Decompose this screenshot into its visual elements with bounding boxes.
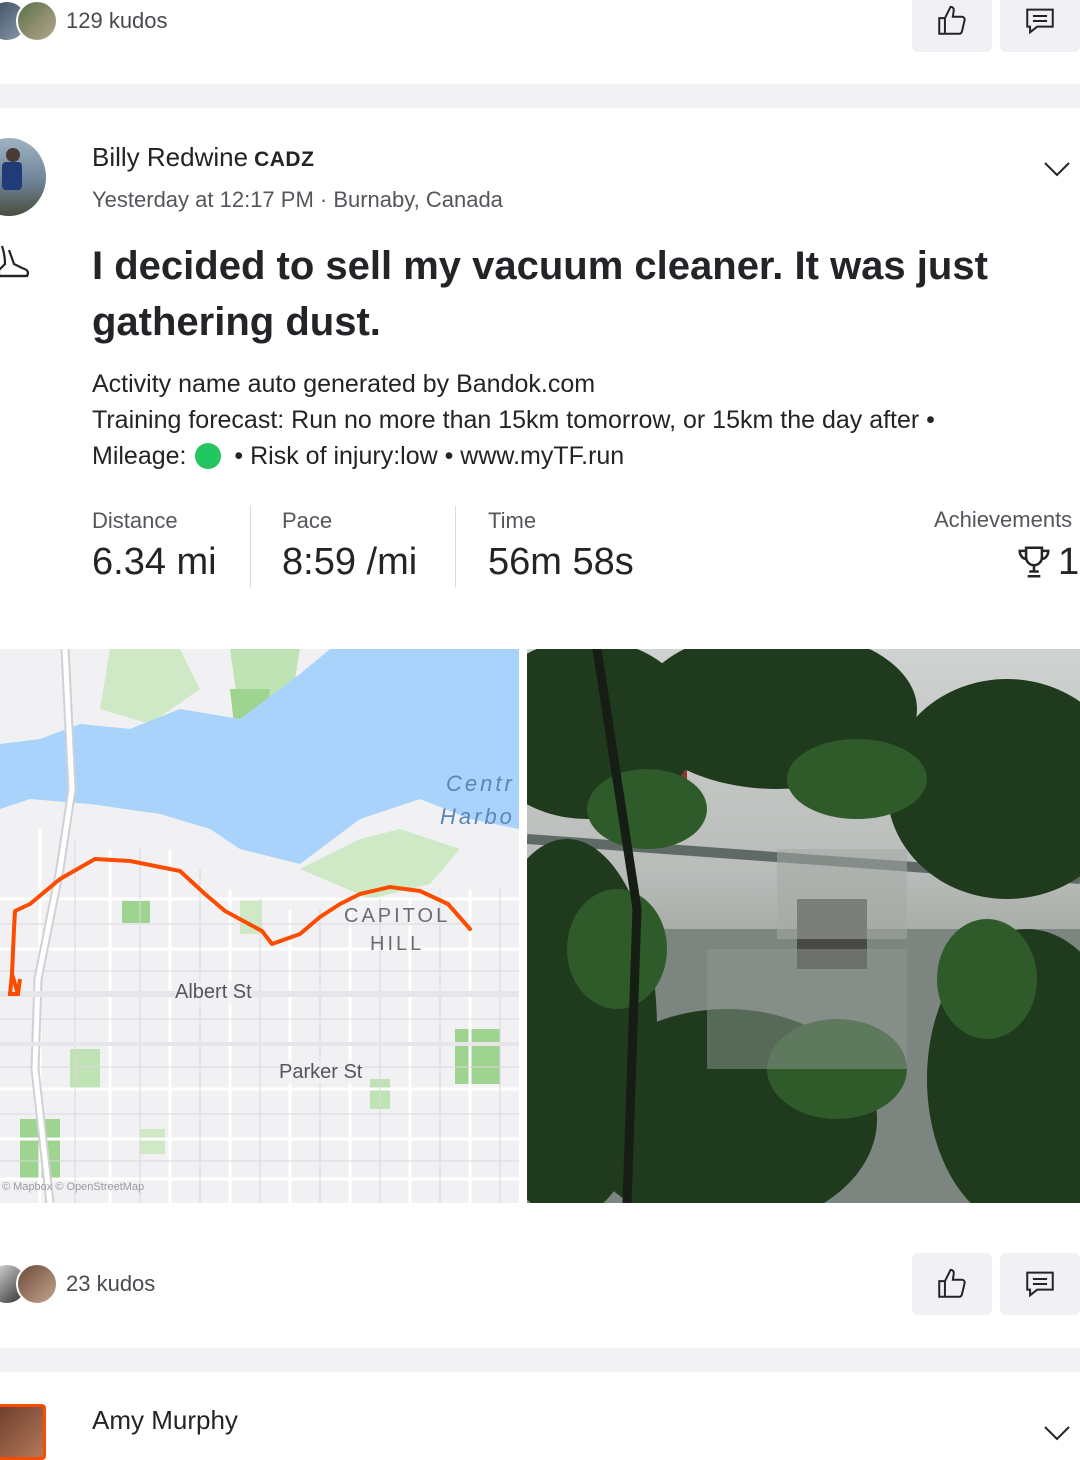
author-line: Billy Redwine CADZ bbox=[92, 142, 314, 173]
activity-meta: Yesterday at 12:17 PM · Burnaby, Canada bbox=[92, 187, 503, 212]
distance-label: Distance bbox=[92, 508, 178, 533]
club-badge: CADZ bbox=[254, 148, 315, 171]
map-attribution: © Mapbox © OpenStreetMap bbox=[2, 1181, 145, 1193]
description-line: Activity name auto generated by Bandok.c… bbox=[92, 370, 596, 398]
avatar bbox=[16, 0, 58, 42]
pace-label: Pace bbox=[282, 508, 333, 533]
trophy-icon bbox=[1018, 546, 1050, 578]
give-kudos-button[interactable] bbox=[912, 0, 992, 52]
activity-photo[interactable] bbox=[527, 649, 1080, 1203]
distance-value: 6.34 mi bbox=[92, 541, 217, 583]
avatar[interactable] bbox=[0, 138, 46, 216]
comment-button[interactable] bbox=[1000, 1253, 1080, 1315]
route-map[interactable]: Centr Harbo CAPITOL HILL Albert St Parke… bbox=[0, 649, 519, 1203]
kudos-count[interactable]: 129 kudos bbox=[66, 8, 168, 34]
map-label-street: Parker St bbox=[279, 1061, 363, 1084]
stat-divider bbox=[250, 506, 251, 588]
author-name[interactable]: Billy Redwine bbox=[92, 142, 248, 172]
give-kudos-button[interactable] bbox=[912, 1253, 992, 1315]
map-label-neighborhood: HILL bbox=[370, 933, 425, 955]
activity-description: Activity name auto generated by Bandok.c… bbox=[92, 366, 1052, 474]
activity-title[interactable]: I decided to sell my vacuum cleaner. It … bbox=[92, 238, 1022, 350]
thumbs-up-icon bbox=[938, 5, 966, 35]
feed-separator bbox=[0, 84, 1080, 108]
map-label-neighborhood: CAPITOL bbox=[344, 905, 451, 927]
feed-separator bbox=[0, 1348, 1080, 1372]
time-value: 56m 58s bbox=[488, 541, 634, 583]
kudos-avatars[interactable] bbox=[0, 0, 58, 42]
thumbs-up-icon bbox=[938, 1268, 966, 1298]
time-label: Time bbox=[488, 508, 537, 533]
comment-icon bbox=[1026, 8, 1054, 35]
pace-value: 8:59 /mi bbox=[282, 541, 418, 583]
description-rest: • Risk of injury:low • www.myTF.run bbox=[234, 442, 625, 470]
chevron-down-icon[interactable] bbox=[1042, 1422, 1072, 1444]
photo-scene bbox=[527, 649, 1080, 1203]
avatar bbox=[16, 1263, 58, 1305]
map-label-street: Albert St bbox=[175, 981, 252, 1004]
map-label-harbour: Harbo bbox=[440, 804, 515, 829]
author-name[interactable]: Amy Murphy bbox=[92, 1405, 238, 1436]
stat-divider bbox=[455, 506, 456, 588]
mileage-label: Mileage: bbox=[92, 442, 187, 470]
achievements-label: Achievements bbox=[934, 507, 1073, 532]
kudos-avatars[interactable] bbox=[0, 1263, 58, 1305]
map-label-harbour: Centr bbox=[446, 771, 515, 796]
description-line: Mileage: • Risk of injury:low • www.myTF… bbox=[92, 438, 1052, 474]
avatar[interactable] bbox=[0, 1404, 46, 1460]
achievements-count: 1 bbox=[1058, 541, 1080, 583]
description-line: Training forecast: Run no more than 15km… bbox=[92, 406, 935, 434]
comment-button[interactable] bbox=[1000, 0, 1080, 52]
shoe-icon bbox=[0, 245, 30, 278]
chevron-down-icon[interactable] bbox=[1042, 158, 1072, 180]
kudos-count[interactable]: 23 kudos bbox=[66, 1271, 155, 1297]
mileage-status-dot bbox=[195, 443, 222, 469]
comment-icon bbox=[1026, 1271, 1054, 1298]
